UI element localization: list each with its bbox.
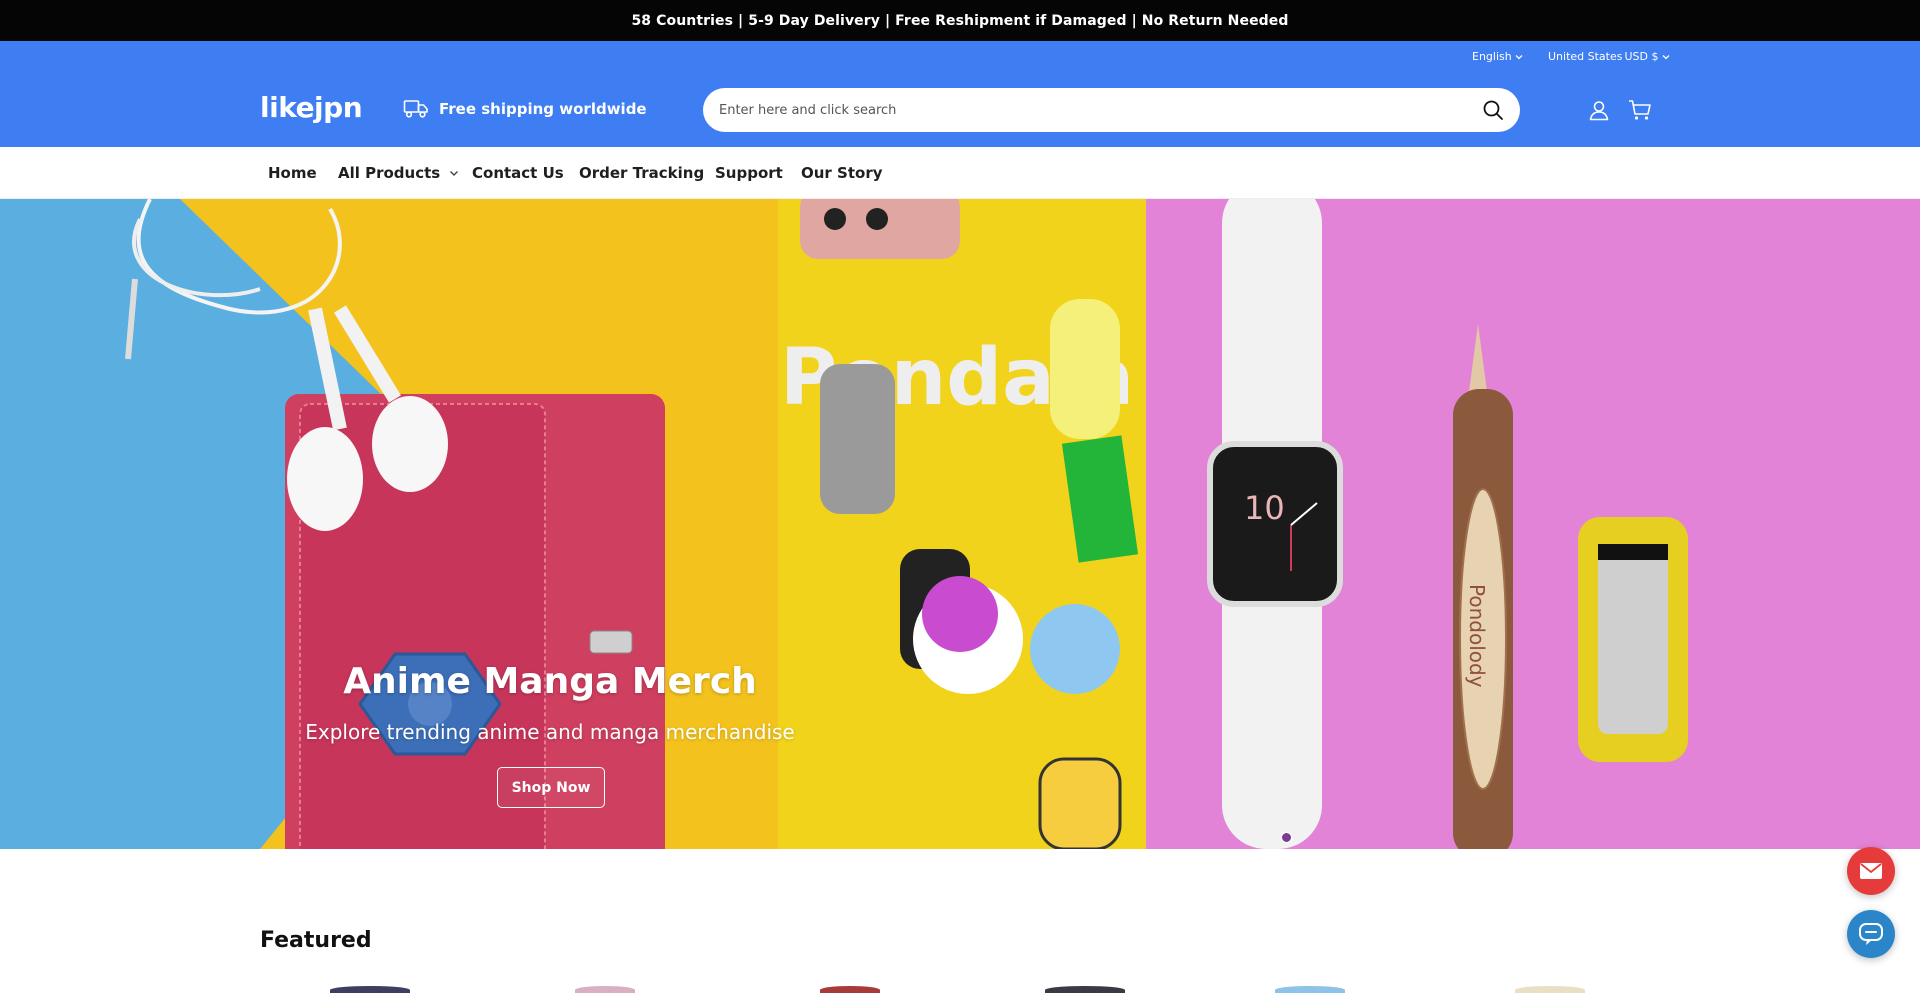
featured-product-image[interactable] xyxy=(1515,986,1585,993)
free-shipping-badge: Free shipping worldwide xyxy=(403,98,647,120)
cart-button[interactable] xyxy=(1627,97,1653,123)
shop-now-button[interactable]: Shop Now xyxy=(497,767,605,808)
featured-product-image[interactable] xyxy=(820,986,880,993)
nav-contact-us[interactable]: Contact Us xyxy=(472,164,564,182)
nav-support[interactable]: Support xyxy=(715,164,783,182)
nav-label: All Products xyxy=(338,164,441,182)
live-chat-button[interactable] xyxy=(1847,910,1895,958)
email-contact-button[interactable] xyxy=(1847,847,1895,895)
featured-product-image[interactable] xyxy=(330,986,410,993)
chat-icon xyxy=(1859,923,1883,945)
featured-product-image[interactable] xyxy=(1275,986,1345,993)
nav-all-products[interactable]: All Products xyxy=(338,164,460,182)
chevron-down-icon xyxy=(450,171,459,176)
nav-label: Home xyxy=(268,164,317,182)
currency-selector[interactable]: United States USD $ xyxy=(1548,50,1671,63)
search-button[interactable] xyxy=(1480,97,1506,123)
nav-order-tracking[interactable]: Order Tracking xyxy=(579,164,704,182)
chevron-down-icon xyxy=(1515,54,1523,59)
slide-indicator-dot[interactable] xyxy=(1281,832,1292,843)
nav-home[interactable]: Home xyxy=(268,164,317,182)
svg-text:Pondolody: Pondolody xyxy=(1465,584,1489,688)
hero-title: Anime Manga Merch xyxy=(343,661,757,702)
chevron-down-icon xyxy=(1662,54,1669,59)
nav-our-story[interactable]: Our Story xyxy=(801,164,883,182)
nav-label: Support xyxy=(715,164,783,182)
country-label: United States xyxy=(1548,50,1623,63)
language-selector[interactable]: English xyxy=(1472,50,1524,63)
search-icon xyxy=(1483,100,1503,120)
hero-subtitle: Explore trending anime and manga merchan… xyxy=(305,720,795,744)
search-input[interactable] xyxy=(719,102,1480,118)
currency-code: USD $ xyxy=(1624,50,1659,63)
announcement-bar: 58 Countries | 5-9 Day Delivery | Free R… xyxy=(0,0,1920,41)
cart-icon xyxy=(1629,100,1651,120)
language-label: English xyxy=(1472,50,1512,63)
account-icon xyxy=(1589,101,1609,121)
svg-text:10: 10 xyxy=(1244,489,1285,527)
site-logo[interactable]: likejpn xyxy=(260,91,363,124)
search-bar xyxy=(703,88,1520,132)
account-button[interactable] xyxy=(1586,97,1612,123)
site-header: English United States USD $ likejpn Free… xyxy=(0,41,1920,147)
nav-label: Contact Us xyxy=(472,164,564,182)
announcement-text: 58 Countries | 5-9 Day Delivery | Free R… xyxy=(631,12,1289,29)
truck-icon xyxy=(403,100,428,118)
featured-product-image[interactable] xyxy=(575,986,635,993)
nav-label: Order Tracking xyxy=(579,164,705,182)
main-navigation: Home All Products Contact Us Order Track… xyxy=(0,147,1920,199)
nav-label: Our Story xyxy=(801,164,883,182)
mail-icon xyxy=(1860,863,1882,879)
featured-heading: Featured xyxy=(260,928,372,953)
free-shipping-text: Free shipping worldwide xyxy=(439,100,647,118)
featured-product-image[interactable] xyxy=(1045,986,1125,993)
hero-image: Pondala 10 Pondolody xyxy=(0,199,1920,849)
hero-banner[interactable]: Pondala 10 Pondolody Anime Manga Merch E… xyxy=(0,199,1920,849)
